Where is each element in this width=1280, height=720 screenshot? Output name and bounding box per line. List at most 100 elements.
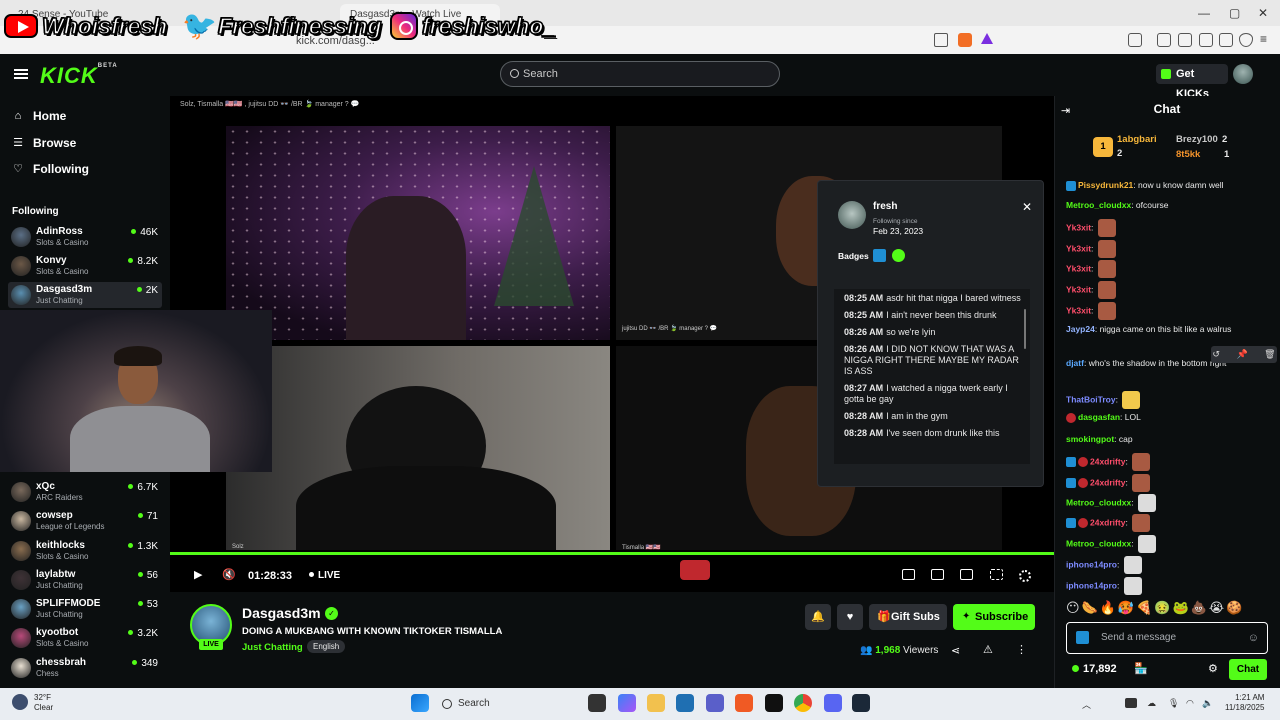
reading-list-icon[interactable]	[1178, 33, 1192, 47]
chat-message[interactable]: Yk3xit:	[1066, 302, 1272, 320]
nav-home[interactable]: ⌂ Home	[12, 109, 67, 123]
chat-message[interactable]: Jayp24: nigga came on this bit like a wa…	[1066, 323, 1272, 336]
fullscreen-icon[interactable]	[990, 569, 1003, 580]
taskbar-search[interactable]: Search	[436, 694, 586, 714]
chat-username[interactable]: dasgasfan	[1078, 412, 1120, 422]
chat-username[interactable]: 24xdrifty	[1090, 477, 1125, 487]
speaker-icon[interactable]: 🔈	[1202, 698, 1213, 709]
chat-message[interactable]: Metroo_cloudxx:	[1066, 494, 1272, 512]
following-item[interactable]: chessbrah Chess 349	[8, 655, 162, 681]
nav-browse[interactable]: ☰ Browse	[12, 136, 76, 150]
following-item[interactable]: laylabtw Just Chatting 56	[8, 567, 162, 593]
subscribe-button[interactable]: ✦ Subscribe	[953, 604, 1035, 630]
chat-message[interactable]: iphone14pro:	[1066, 577, 1272, 595]
chat-username[interactable]: Yk3xit	[1066, 305, 1091, 315]
chat-message[interactable]: smokingpot: cap	[1066, 433, 1272, 446]
tray-app-icon[interactable]	[1125, 698, 1137, 708]
menu-icon[interactable]: ≡	[1260, 32, 1267, 46]
chat-username[interactable]: iphone14pro	[1066, 559, 1117, 569]
following-item[interactable]: kyootbot Slots & Casino 3.2K	[8, 625, 162, 651]
chat-username[interactable]: 24xdrifty	[1090, 456, 1125, 466]
send-chat-button[interactable]: Chat	[1229, 659, 1267, 680]
weather-widget[interactable]: 32°F Clear	[34, 693, 53, 713]
close-icon[interactable]: ✕	[1022, 200, 1032, 214]
clip-icon[interactable]	[931, 569, 944, 580]
user-avatar[interactable]	[1233, 64, 1253, 84]
discord-icon[interactable]	[824, 694, 842, 712]
chat-username[interactable]: Yk3xit	[1066, 243, 1091, 253]
cloud-icon[interactable]: ☁	[1147, 698, 1156, 709]
task-view-icon[interactable]	[588, 694, 606, 712]
more-options-icon[interactable]: ⋮	[1016, 643, 1027, 656]
weather-moon-icon[interactable]	[12, 694, 28, 710]
chat-message[interactable]: Pissydrunk21: now u know damn well	[1066, 179, 1272, 192]
store-app-icon[interactable]	[676, 694, 694, 712]
chat-username[interactable]: Jayp24	[1066, 324, 1095, 334]
following-item[interactable]: keithlocks Slots & Casino 1.3K	[8, 538, 162, 564]
history-scrollbar[interactable]	[1024, 309, 1026, 349]
stream-category[interactable]: Just Chatting	[242, 642, 303, 653]
play-icon[interactable]: ▶	[194, 568, 202, 581]
chat-username[interactable]: Yk3xit	[1066, 284, 1091, 294]
chat-message[interactable]: Metroo_cloudxx:	[1066, 535, 1272, 553]
leo-ai-icon[interactable]	[1219, 33, 1233, 47]
following-item[interactable]: AdinRoss Slots & Casino 46K	[8, 224, 162, 250]
message-history[interactable]: 08:25 AM asdr hit that nigga I bared witn…	[834, 289, 1030, 464]
start-windows-icon[interactable]	[411, 694, 429, 712]
kick-logo[interactable]: KICKBETA	[40, 63, 118, 89]
chat-username[interactable]: ThatBoiTroy	[1066, 394, 1116, 404]
live-progress-bar[interactable]	[170, 552, 1054, 555]
chat-username[interactable]: djatf	[1066, 358, 1084, 368]
share-icon[interactable]: ⋖	[951, 644, 960, 657]
theater-mode-icon[interactable]	[960, 569, 973, 580]
copilot-icon[interactable]	[618, 694, 636, 712]
mic-icon[interactable]: 🎙	[1168, 698, 1179, 709]
following-item[interactable]: SPLIFFMODE Just Chatting 53	[8, 596, 162, 622]
settings-gear-icon[interactable]	[1019, 570, 1031, 582]
chat-message[interactable]: 24xdrifty:	[1066, 514, 1272, 532]
chrome-icon[interactable]	[794, 694, 812, 712]
pip-icon[interactable]	[902, 569, 915, 580]
brave-browser-icon[interactable]	[735, 694, 753, 712]
leaderboard-name-1[interactable]: 1abgbari	[1117, 134, 1157, 145]
following-item[interactable]: Konvy Slots & Casino 8.2K	[8, 253, 162, 279]
volume-muted-icon[interactable]: 🔇	[222, 568, 236, 581]
chat-username[interactable]: Metroo_cloudxx	[1066, 538, 1131, 548]
follow-heart-icon[interactable]: ♥	[837, 604, 863, 630]
system-clock[interactable]: 1:21 AM 11/18/2025	[1225, 693, 1264, 713]
message-actions[interactable]: ↺ 📌 🗑	[1211, 346, 1277, 363]
chat-message[interactable]: Yk3xit:	[1066, 260, 1272, 278]
maximize-icon[interactable]: ▢	[1229, 6, 1240, 20]
chat-message[interactable]: 24xdrifty:	[1066, 474, 1272, 492]
chat-message[interactable]: Yk3xit:	[1066, 281, 1272, 299]
chat-username[interactable]: Yk3xit	[1066, 263, 1091, 273]
chat-username[interactable]: iphone14pro	[1066, 580, 1117, 590]
rewards-icon[interactable]	[981, 33, 993, 44]
wallet-icon[interactable]	[1199, 33, 1213, 47]
chat-message[interactable]: Yk3xit:	[1066, 219, 1272, 237]
store-icon[interactable]: 🏪	[1134, 662, 1148, 675]
share-icon[interactable]	[934, 33, 948, 47]
chat-message[interactable]: ThatBoiTroy:	[1066, 391, 1272, 409]
language-tag[interactable]: English	[307, 640, 346, 653]
teams-icon[interactable]	[706, 694, 724, 712]
channel-name[interactable]: Dasgasd3m	[242, 605, 321, 621]
chat-username[interactable]: Pissydrunk21	[1078, 180, 1133, 190]
chat-username[interactable]: Metroo_cloudxx	[1066, 200, 1131, 210]
popup-username[interactable]: fresh	[873, 201, 897, 212]
chat-username[interactable]: smokingpot	[1066, 434, 1114, 444]
chat-message[interactable]: iphone14pro:	[1066, 556, 1272, 574]
chat-settings-icon[interactable]: ⚙	[1208, 662, 1218, 675]
search-input[interactable]: Search	[500, 61, 780, 87]
gift-subs-button[interactable]: 🎁 Gift Subs	[869, 604, 947, 630]
vpn-icon[interactable]	[1239, 33, 1253, 47]
following-item[interactable]: xQc ARC Raiders 6.7K	[8, 479, 162, 505]
close-window-icon[interactable]: ✕	[1258, 6, 1268, 20]
file-explorer-icon[interactable]	[647, 694, 665, 712]
leaderboard-name-2[interactable]: Brezy100	[1176, 134, 1218, 145]
report-icon[interactable]: ⚠	[983, 643, 993, 656]
app-icon[interactable]	[765, 694, 783, 712]
minimize-icon[interactable]: —	[1198, 6, 1210, 20]
tray-overflow-icon[interactable]: ︿	[1082, 698, 1091, 711]
emoji-icon[interactable]: ☺	[1248, 623, 1259, 653]
